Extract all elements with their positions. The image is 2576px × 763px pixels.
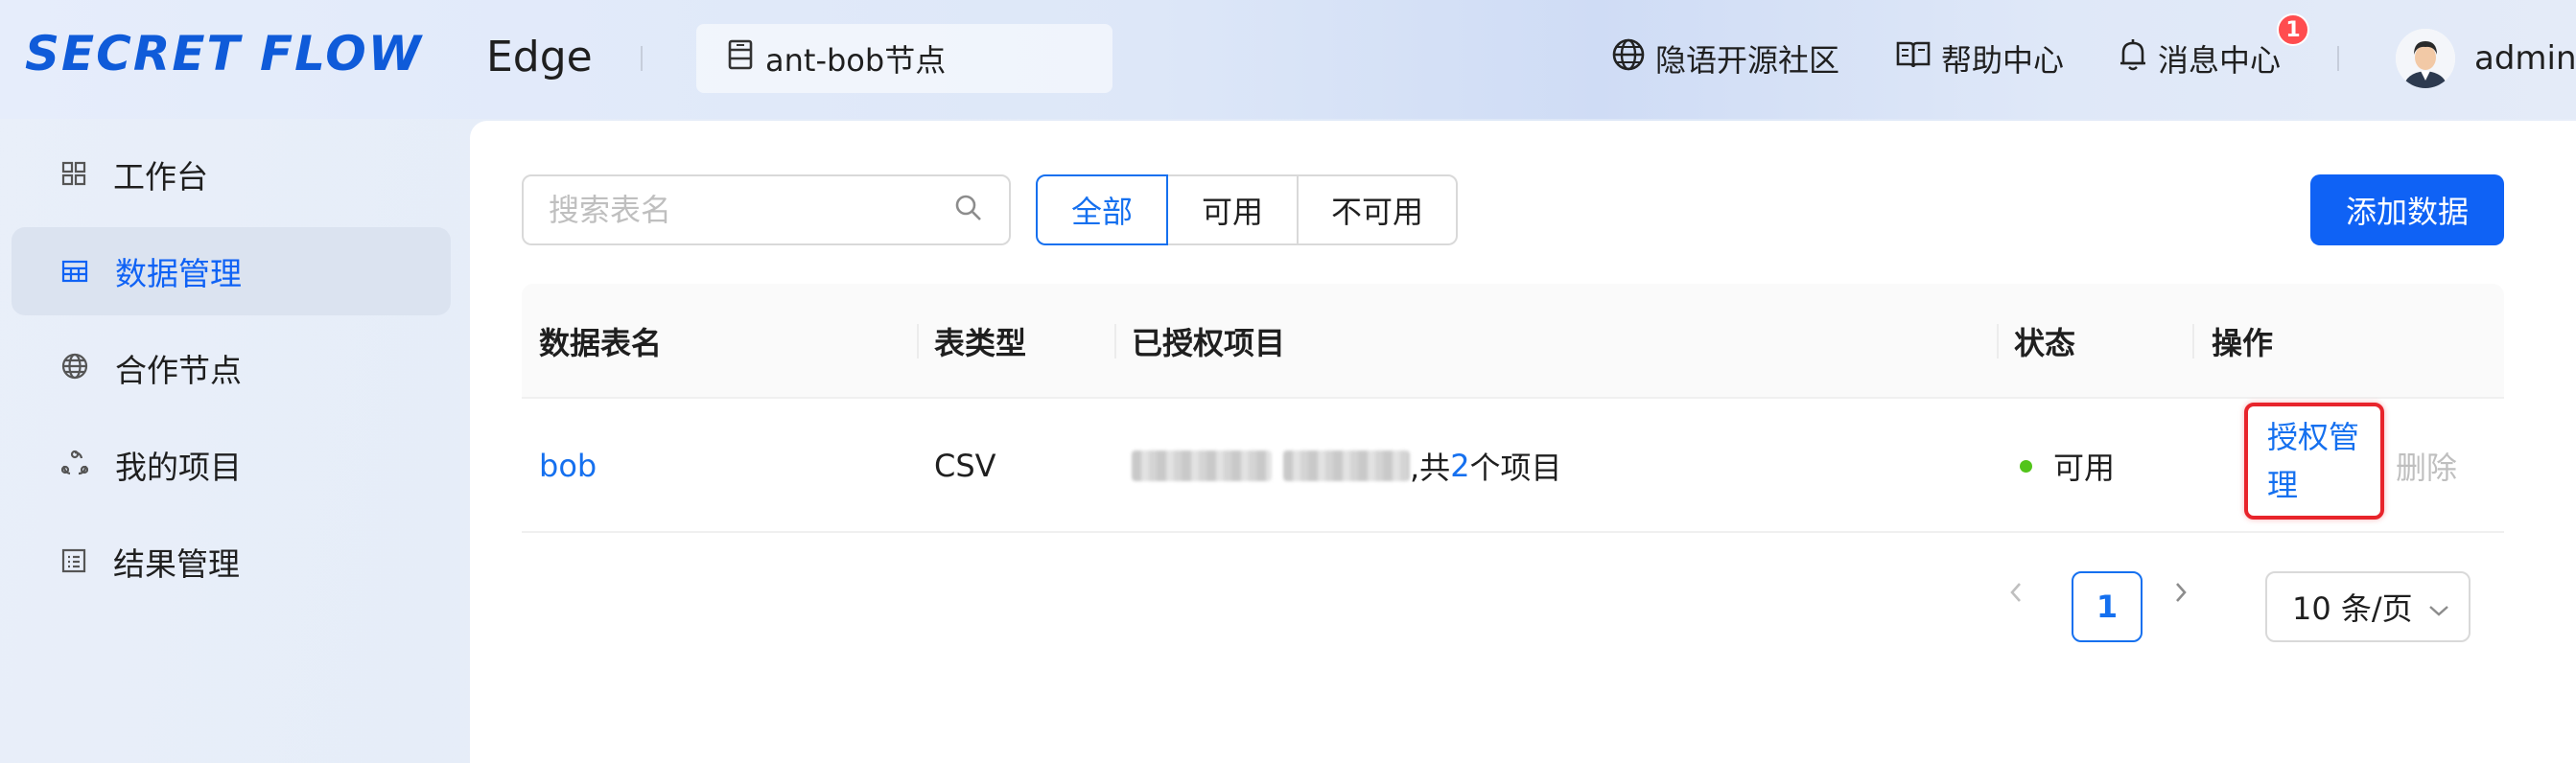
authorized-projects-cell: ,共 2 个项目 [1132,399,1562,533]
sidebar-item-results[interactable]: 结果管理 [12,518,451,606]
community-link[interactable]: 隐语开源社区 [1611,36,1839,81]
globe-icon [1611,37,1646,80]
page-size-select[interactable]: 10 条/页 [2265,571,2471,642]
secretflow-logo[interactable]: SECRET FLOW [25,27,423,81]
sidebar-item-label: 结果管理 [113,545,240,583]
search-icon[interactable] [953,193,984,227]
sidebar-item-label: 数据管理 [115,255,242,292]
filter-all[interactable]: 全部 [1036,174,1168,245]
result-list-icon [61,543,86,581]
page-number-current[interactable]: 1 [2072,571,2143,642]
redacted-project-name [1132,451,1272,481]
project-count-suffix: 个项目 [1469,450,1562,486]
chevron-down-icon [2428,589,2449,625]
redacted-project-name [1283,451,1410,481]
dashboard-icon [61,156,86,194]
table-header: 数据表名 表类型 已授权项目 状态 操作 [522,284,2504,399]
node-name: ant-bob节点 [765,42,947,79]
top-header: SECRET FLOW Edge ant-bob节点 隐语开源社区 帮助中心 消… [0,0,2576,119]
node-icon [727,39,754,78]
project-count-prefix: ,共 [1410,450,1451,486]
authorization-management-button[interactable]: 授权管理 [2244,403,2384,520]
header-divider [641,46,643,71]
column-header-table-name: 数据表名 [539,325,663,361]
status-label: 可用 [2053,450,2116,486]
node-selector[interactable]: ant-bob节点 [696,24,1112,93]
message-center-link[interactable]: 消息中心 [2118,36,2281,81]
message-center-label: 消息中心 [2158,42,2282,79]
table-row: bob CSV ,共 2 个项目 可用 授权管理 删除 [522,399,2504,533]
sidebar-item-label: 我的项目 [115,449,242,486]
sidebar-item-my-projects[interactable]: 我的项目 [12,421,451,509]
status-cell: 可用 [2020,399,2115,533]
search-box[interactable] [522,174,1011,245]
column-header-table-type: 表类型 [934,325,1027,361]
filter-unavailable[interactable]: 不可用 [1297,174,1458,245]
product-title: Edge [486,33,593,81]
sidebar-item-label: 合作节点 [115,352,242,389]
bell-icon [2118,37,2148,80]
header-divider [2337,46,2339,71]
prev-page-icon[interactable] [1997,573,2035,612]
authorization-management-label: 授权管理 [2267,419,2360,503]
column-header-actions: 操作 [2212,325,2274,361]
help-link[interactable]: 帮助中心 [1895,36,2064,81]
next-page-icon[interactable] [2162,573,2200,612]
table-name-link[interactable]: bob [539,399,597,533]
message-count-badge: 1 [2277,13,2309,46]
table-type: CSV [934,448,996,484]
column-separator [2192,324,2194,358]
column-header-status: 状态 [2014,325,2076,361]
table-icon [61,253,88,290]
add-data-button[interactable]: 添加数据 [2310,174,2504,245]
status-filter: 全部 可用 不可用 [1036,174,1458,245]
filter-available[interactable]: 可用 [1166,174,1299,245]
column-separator [1114,324,1116,358]
delete-button[interactable]: 删除 [2396,399,2457,533]
community-label: 隐语开源社区 [1655,42,1840,79]
globe-icon [61,350,88,387]
status-dot-icon [2020,459,2032,473]
user-avatar[interactable] [2396,29,2455,88]
column-separator [917,324,919,358]
project-count[interactable]: 2 [1450,448,1469,484]
page-size-value: 10 条/页 [2292,590,2413,627]
username: admin [2474,39,2576,78]
project-icon [60,447,89,484]
book-icon [1895,39,1932,78]
search-input[interactable] [549,192,953,228]
sidebar-item-workbench[interactable]: 工作台 [12,130,451,219]
sidebar-item-partner-nodes[interactable]: 合作节点 [12,324,451,412]
data-management-panel: 全部 可用 不可用 添加数据 数据表名 表类型 已授权项目 状态 操作 bob … [470,121,2576,763]
help-label: 帮助中心 [1941,42,2065,79]
sidebar-item-data-management[interactable]: 数据管理 [12,227,451,315]
column-header-authorized-projects: 已授权项目 [1132,325,1286,361]
sidebar-item-label: 工作台 [113,158,208,196]
column-separator [1997,324,1999,358]
